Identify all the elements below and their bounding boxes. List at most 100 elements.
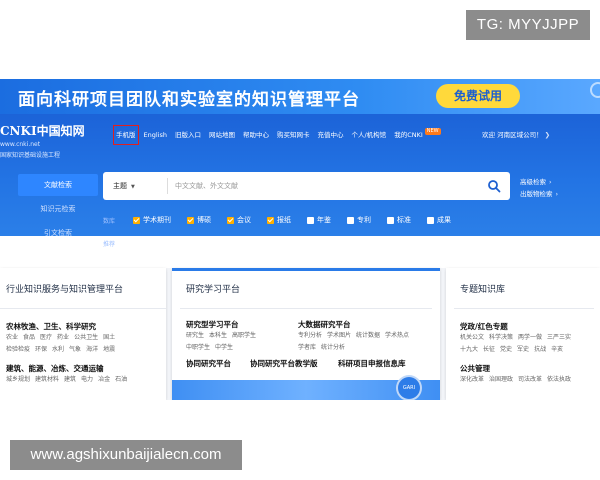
tag-link[interactable]: 公共卫生 <box>74 334 98 341</box>
tag-link[interactable]: 海洋 <box>86 346 98 353</box>
checkbox-icon[interactable] <box>267 216 274 224</box>
tag-link[interactable]: 食品 <box>23 334 35 341</box>
tag-link[interactable]: 深化改革 <box>460 376 484 383</box>
tag-link[interactable]: 检验检疫 <box>6 346 30 353</box>
topics-card-title[interactable]: 专题知识库 <box>460 282 505 295</box>
checkbox-icon[interactable] <box>347 216 354 224</box>
tag-link[interactable]: 专利分析 <box>298 332 322 339</box>
checkbox-icon[interactable] <box>187 216 194 224</box>
tab-literature-search[interactable]: 文献检索 <box>18 174 98 196</box>
tag-link[interactable]: 建筑 <box>64 376 76 383</box>
nav-recharge[interactable]: 充值中心 <box>317 128 343 142</box>
promo-banner[interactable]: 面向科研项目团队和实验室的知识管理平台 免费试用 <box>0 79 600 114</box>
tag-link[interactable]: 依法执政 <box>547 376 571 383</box>
tag-link[interactable]: 高职学生 <box>232 332 256 339</box>
checkbox-icon[interactable] <box>307 216 314 224</box>
tag-link[interactable]: 电力 <box>81 376 93 383</box>
checkbox-icon[interactable] <box>213 239 220 247</box>
tab-knowledge-search[interactable]: 知识元检索 <box>18 198 98 220</box>
option-achievement[interactable]: 成果 <box>427 215 451 225</box>
publication-search-link[interactable]: 出版物检索 › <box>520 188 558 200</box>
project-application-link[interactable]: 科研项目申报信息库 <box>338 358 406 369</box>
nav-buy-card[interactable]: 购买知网卡 <box>277 128 310 142</box>
option-laws[interactable]: 法律法规 <box>213 238 251 248</box>
welcome-user[interactable]: 欢迎 河南区域公司！ ❯ <box>482 128 550 142</box>
tag-link[interactable]: 长征 <box>483 346 495 353</box>
tag-link[interactable]: 水利 <box>52 346 64 353</box>
research-card-title[interactable]: 研究学习平台 <box>186 282 240 295</box>
checkbox-icon[interactable] <box>173 239 180 247</box>
option-thesis[interactable]: 博硕 <box>187 215 211 225</box>
tag-link[interactable]: 中职学生 <box>186 344 210 351</box>
tag-link[interactable]: 气象 <box>69 346 81 353</box>
link-tech-reports[interactable]: 科技报告 <box>355 238 383 248</box>
tag-link[interactable]: 辛亥 <box>551 346 563 353</box>
tab-citation-search[interactable]: 引文检索 <box>18 222 98 244</box>
tag-link[interactable]: 石油 <box>115 376 127 383</box>
tag-link[interactable]: 司法改革 <box>518 376 542 383</box>
tag-link[interactable]: 学术热点 <box>385 332 409 339</box>
nav-help[interactable]: 帮助中心 <box>243 128 269 142</box>
tag-link[interactable]: 地震 <box>103 346 115 353</box>
tag-link[interactable]: 学者库 <box>298 344 316 351</box>
gari-badge[interactable]: GARI <box>396 375 422 400</box>
tag-link[interactable]: 国土 <box>103 334 115 341</box>
option-books[interactable]: 图书 <box>133 238 157 248</box>
tag-link[interactable]: 冶金 <box>98 376 110 383</box>
collab-teaching-link[interactable]: 协同研究平台教学版 <box>250 358 318 369</box>
nav-personal-institution[interactable]: 个人/机构馆 <box>351 128 386 142</box>
link-gov-documents[interactable]: 政府文件 <box>267 238 295 248</box>
tag-link[interactable]: 十九大 <box>460 346 478 353</box>
tag-link[interactable]: 研究生 <box>186 332 204 339</box>
tag-link[interactable]: 药业 <box>57 334 69 341</box>
link-gov-procurement[interactable]: 政府采购 <box>399 238 427 248</box>
nav-old-version[interactable]: 旧版入口 <box>175 128 201 142</box>
tag-link[interactable]: 三严三实 <box>547 334 571 341</box>
option-patent[interactable]: 专利 <box>347 215 371 225</box>
tag-link[interactable]: 军史 <box>517 346 529 353</box>
tag-link[interactable]: 建筑材料 <box>35 376 59 383</box>
nav-english[interactable]: English <box>144 128 167 142</box>
tag-link[interactable]: 农业 <box>6 334 18 341</box>
public-admin-title[interactable]: 公共管理 <box>460 363 490 374</box>
option-standard[interactable]: 标准 <box>387 215 411 225</box>
research-learning-title[interactable]: 研究型学习平台 <box>186 319 239 330</box>
industry-card-title[interactable]: 行业知识服务与知识管理平台 <box>6 282 123 295</box>
search-icon[interactable] <box>487 179 501 193</box>
free-trial-button[interactable]: 免费试用 <box>436 84 520 108</box>
tag-link[interactable]: 中学生 <box>215 344 233 351</box>
tag-link[interactable]: 医疗 <box>40 334 52 341</box>
party-topic-title[interactable]: 党政/红色专题 <box>460 321 508 332</box>
tag-link[interactable]: 两学一做 <box>518 334 542 341</box>
tag-link[interactable]: 本科生 <box>209 332 227 339</box>
tag-link[interactable]: 党史 <box>500 346 512 353</box>
big-data-title[interactable]: 大数据研究平台 <box>298 319 351 330</box>
search-field-select[interactable]: 主题 ▼ <box>113 172 167 200</box>
nav-sitemap[interactable]: 网站地图 <box>209 128 235 142</box>
option-conference[interactable]: 会议 <box>227 215 251 225</box>
nav-mobile[interactable]: 手机版 <box>113 125 139 145</box>
cnki-logo[interactable]: CNKI中国知网 www.cnki.net 国家知识基础设施工程 <box>0 122 85 159</box>
tag-link[interactable]: 学术图片 <box>327 332 351 339</box>
option-yearbook[interactable]: 年鉴 <box>307 215 331 225</box>
collab-platform-link[interactable]: 协同研究平台 <box>186 358 231 369</box>
tag-link[interactable]: 统计分析 <box>321 344 345 351</box>
tag-link[interactable]: 城乡规划 <box>6 376 30 383</box>
tag-link[interactable]: 抗战 <box>534 346 546 353</box>
nav-my-cnki[interactable]: 我的CNKI NEW <box>394 128 441 142</box>
industry-section-1-title[interactable]: 农林牧渔、卫生、科学研究 <box>6 321 96 332</box>
option-newspaper[interactable]: 报纸 <box>267 215 291 225</box>
industry-section-2-title[interactable]: 建筑、能源、冶炼、交通运输 <box>6 363 104 374</box>
tag-link[interactable]: 科学决策 <box>489 334 513 341</box>
link-enterprise-standards[interactable]: 企业标准 <box>311 238 339 248</box>
search-input[interactable] <box>175 176 475 196</box>
checkbox-icon[interactable] <box>227 216 234 224</box>
tag-link[interactable]: 机关公文 <box>460 334 484 341</box>
checkbox-icon[interactable] <box>387 216 394 224</box>
tag-link[interactable]: 统计数据 <box>356 332 380 339</box>
option-ancient-books[interactable]: 古籍 <box>173 238 197 248</box>
checkbox-icon[interactable] <box>133 216 140 224</box>
advanced-search-link[interactable]: 高级检索 › <box>520 176 558 188</box>
tag-link[interactable]: 治国理政 <box>489 376 513 383</box>
tag-link[interactable]: 环保 <box>35 346 47 353</box>
